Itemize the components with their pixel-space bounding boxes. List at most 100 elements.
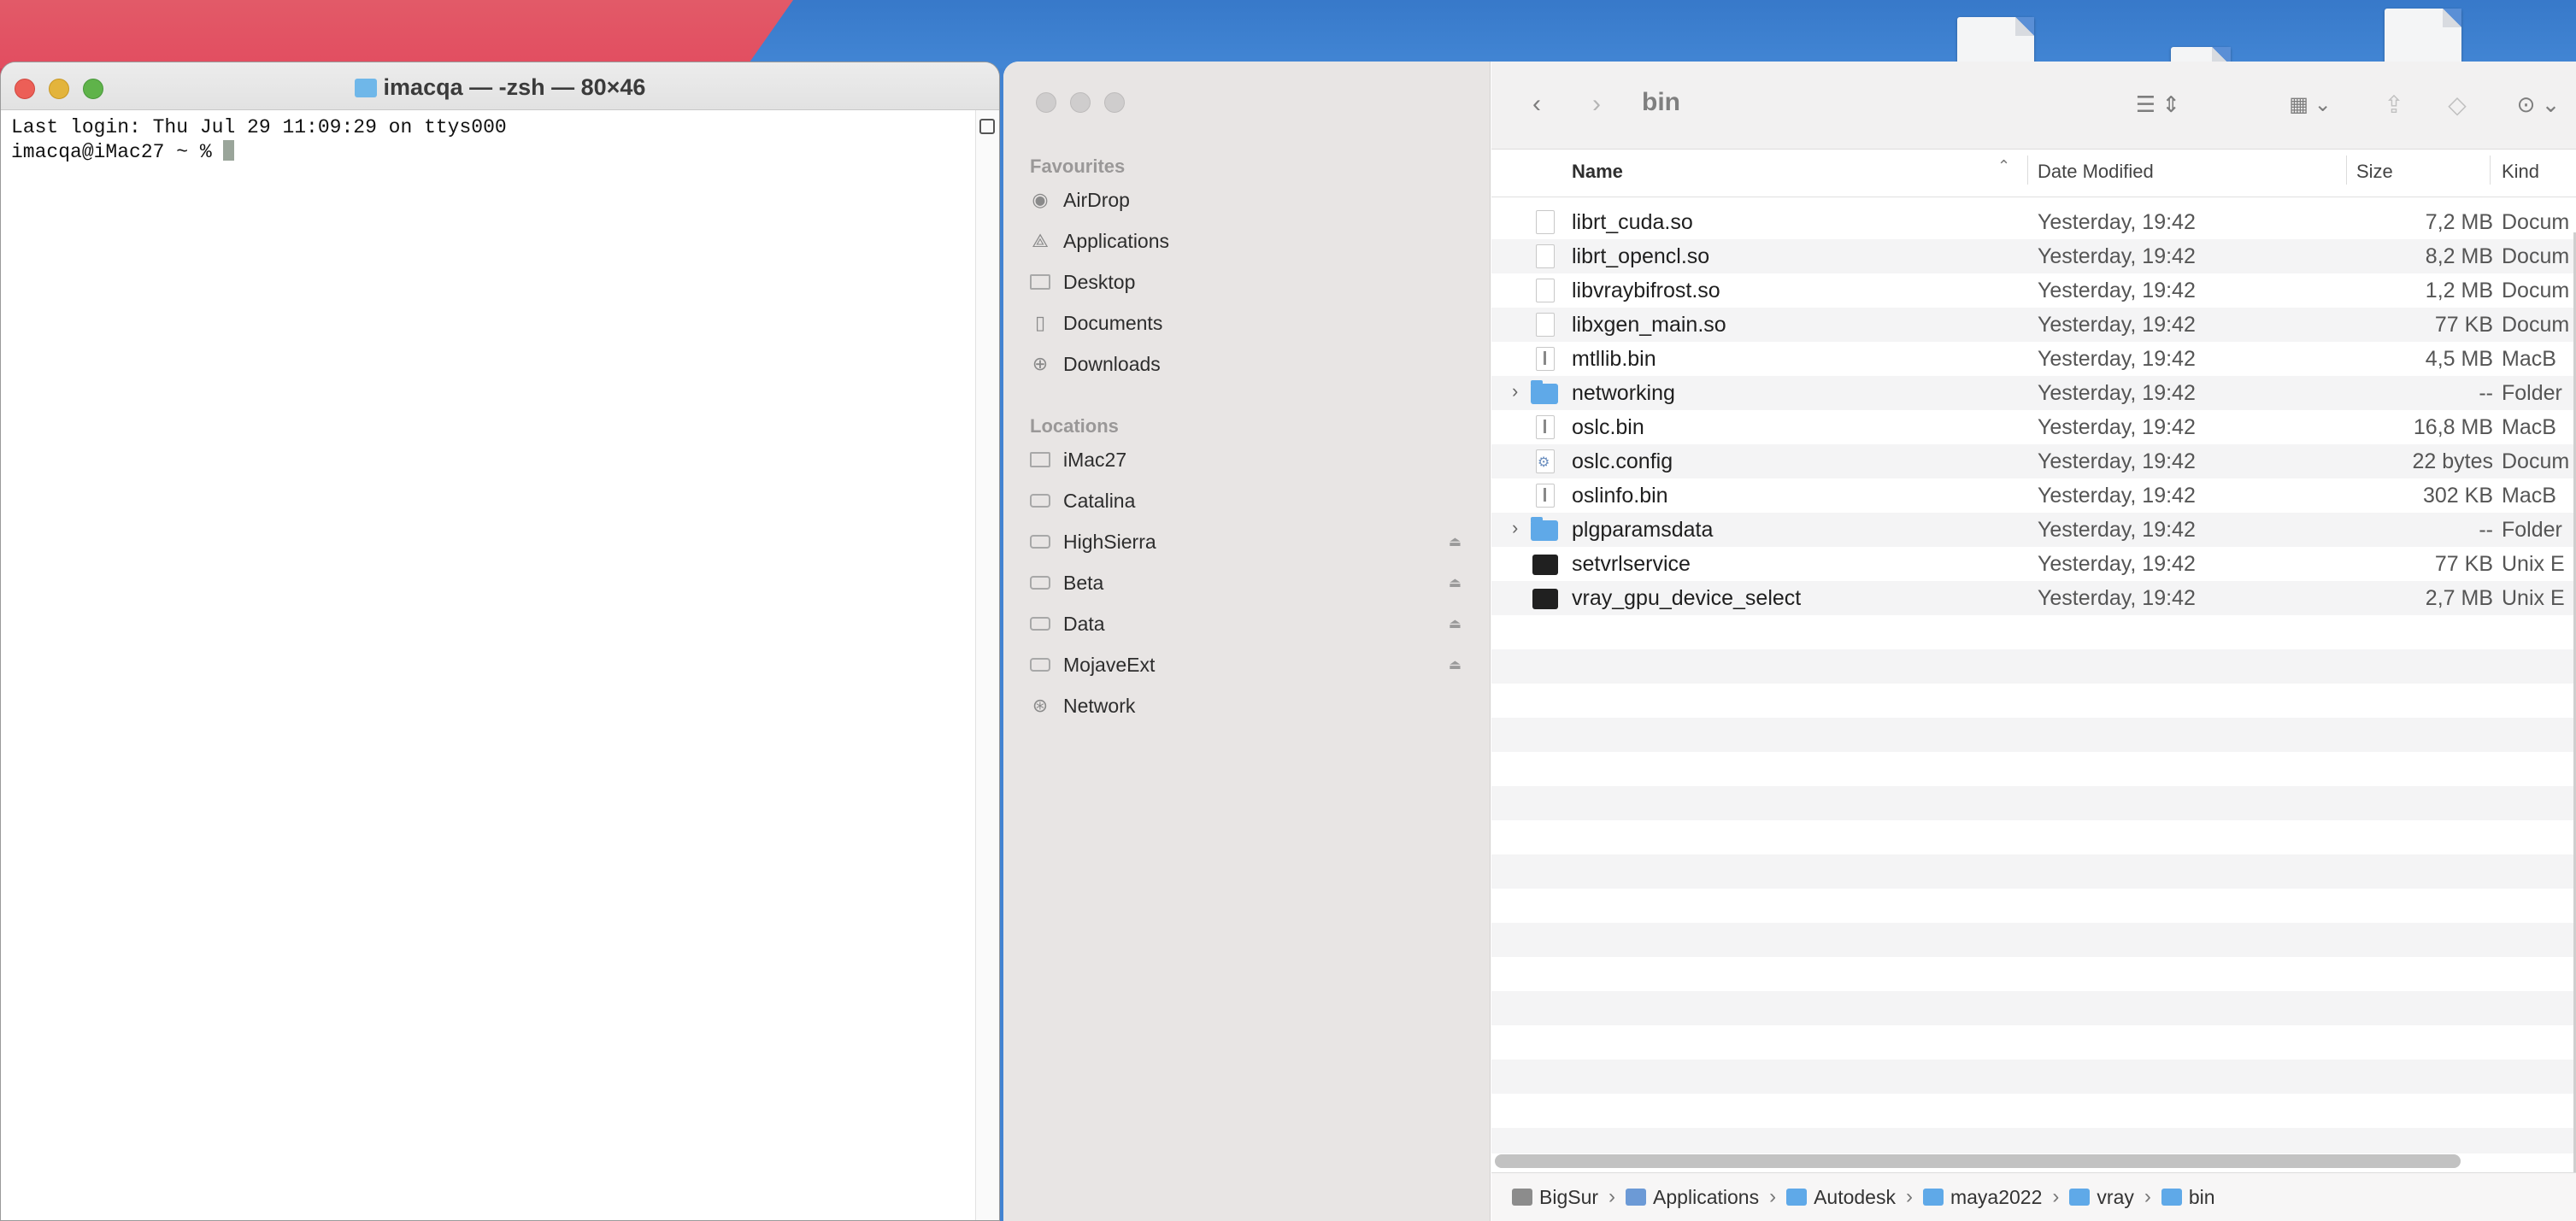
path-item[interactable]: maya2022 [1922, 1186, 2042, 1209]
table-row[interactable]: oslinfo.bin Yesterday, 19:42 302 KB MacB [1491, 478, 2576, 513]
file-date: Yesterday, 19:42 [2038, 552, 2196, 576]
finder-window[interactable]: Favourites ◉ AirDrop ⟁ Applications Desk… [1003, 62, 2576, 1221]
sidebar-item-catalina[interactable]: Catalina [1029, 484, 1473, 518]
file-size: 4,5 MB [2425, 347, 2493, 371]
path-item[interactable]: Applications [1626, 1186, 1759, 1209]
file-name: libvraybifrost.so [1572, 279, 1720, 302]
horizontal-scrollbar[interactable] [1495, 1154, 2461, 1168]
sidebar-item-imac27[interactable]: iMac27 [1029, 443, 1473, 477]
file-name: librt_opencl.so [1572, 244, 1710, 268]
terminal-prompt: imacqa@iMac27 ~ % [11, 141, 224, 163]
file-size: 77 KB [2434, 313, 2493, 337]
table-row[interactable]: libxgen_main.so Yesterday, 19:42 77 KB D… [1491, 308, 2576, 342]
document-icon: ▯ [1034, 312, 1046, 333]
disk-icon [1029, 572, 1051, 594]
path-item[interactable]: bin [2161, 1186, 2215, 1209]
file-kind: Folder [2502, 518, 2562, 542]
terminal-window[interactable]: imacqa — -zsh — 80×46 Last login: Thu Ju… [0, 62, 1000, 1221]
empty-row [1491, 649, 2576, 684]
file-name: librt_cuda.so [1572, 210, 1693, 234]
sidebar-item-downloads[interactable]: ⊕ Downloads [1029, 347, 1473, 381]
empty-row [1491, 718, 2576, 752]
terminal-prompt-line[interactable]: imacqa@iMac27 ~ % [11, 140, 989, 165]
terminal-scrollbar[interactable] [975, 110, 999, 1220]
sidebar-item-label: Desktop [1063, 270, 1136, 293]
chevron-right-icon: › [2052, 1185, 2060, 1208]
terminal-title: imacqa — -zsh — 80×46 [1, 74, 999, 101]
sidebar-item-applications[interactable]: ⟁ Applications [1029, 224, 1473, 258]
terminal-exec-icon [1532, 589, 1558, 609]
table-row[interactable]: › plgparamsdata Yesterday, 19:42 -- Fold… [1491, 513, 2576, 547]
file-date: Yesterday, 19:42 [2038, 449, 2196, 473]
sidebar-item-label: iMac27 [1063, 448, 1127, 471]
sidebar-item-mojaveext[interactable]: MojaveExt ⏏ [1029, 648, 1473, 682]
chevron-right-icon: › [1609, 1185, 1616, 1208]
table-row[interactable]: vray_gpu_device_select Yesterday, 19:42 … [1491, 581, 2576, 615]
home-folder-icon [354, 79, 377, 97]
file-kind: Docum [2502, 244, 2570, 268]
path-item[interactable]: vray [2069, 1186, 2134, 1209]
computer-icon [1029, 449, 1051, 471]
folder-icon [2069, 1189, 2091, 1206]
file-kind: MacB [2502, 347, 2556, 371]
file-date: Yesterday, 19:42 [2038, 586, 2196, 610]
folder-icon [1922, 1189, 1944, 1206]
eject-icon[interactable]: ⏏ [1449, 574, 1461, 591]
path-item[interactable]: Autodesk [1786, 1186, 1896, 1209]
chevron-right-icon[interactable]: › [1512, 517, 1518, 539]
table-row[interactable]: oslc.bin Yesterday, 19:42 16,8 MB MacB [1491, 410, 2576, 444]
executable-icon [1536, 347, 1555, 371]
sidebar-item-data[interactable]: Data ⏏ [1029, 607, 1473, 641]
table-row[interactable]: mtllib.bin Yesterday, 19:42 4,5 MB MacB [1491, 342, 2576, 376]
minimize-button[interactable] [1070, 92, 1091, 113]
file-date: Yesterday, 19:42 [2038, 313, 2196, 337]
path-item[interactable]: BigSur [1512, 1186, 1598, 1209]
chevron-right-icon: › [1905, 1185, 1913, 1208]
sidebar-item-label: AirDrop [1063, 188, 1130, 211]
table-row[interactable]: librt_opencl.so Yesterday, 19:42 8,2 MB … [1491, 239, 2576, 273]
sidebar-item-desktop[interactable]: Desktop [1029, 265, 1473, 299]
document-icon [1536, 279, 1555, 302]
zoom-button[interactable] [1104, 92, 1125, 113]
terminal-line: Last login: Thu Jul 29 11:09:29 on ttys0… [11, 116, 507, 138]
network-icon: ⊛ [1032, 695, 1049, 716]
file-kind: Docum [2502, 449, 2570, 473]
eject-icon[interactable]: ⏏ [1449, 615, 1461, 632]
eject-icon[interactable]: ⏏ [1449, 533, 1461, 550]
file-name: oslinfo.bin [1572, 484, 1668, 508]
desktop-file-icon[interactable] [1957, 17, 2034, 68]
file-name: oslc.bin [1572, 415, 1644, 439]
file-name: plgparamsdata [1572, 518, 1714, 542]
table-row[interactable]: oslc.config Yesterday, 19:42 22 bytes Do… [1491, 444, 2576, 478]
sidebar-item-network[interactable]: ⊛ Network [1029, 689, 1473, 723]
empty-row [1491, 854, 2576, 889]
sidebar-item-label: Data [1063, 612, 1105, 635]
empty-row [1491, 1128, 2576, 1153]
table-row[interactable]: › networking Yesterday, 19:42 -- Folder [1491, 376, 2576, 410]
sidebar-item-documents[interactable]: ▯ Documents [1029, 306, 1473, 340]
sidebar-header-favourites: Favourites [1030, 156, 1126, 177]
table-row[interactable]: libvraybifrost.so Yesterday, 19:42 1,2 M… [1491, 273, 2576, 308]
folder-icon [1531, 380, 1558, 404]
download-icon: ⊕ [1032, 353, 1049, 374]
table-row[interactable]: librt_cuda.so Yesterday, 19:42 7,2 MB Do… [1491, 205, 2576, 239]
desktop-file-icon[interactable] [2385, 9, 2461, 68]
file-size: 7,2 MB [2425, 210, 2493, 234]
sidebar-item-beta[interactable]: Beta ⏏ [1029, 566, 1473, 600]
sidebar-item-airdrop[interactable]: ◉ AirDrop [1029, 183, 1473, 217]
chevron-right-icon[interactable]: › [1512, 380, 1518, 402]
applications-icon: ⟁ [1032, 230, 1049, 251]
finder-content: ‹ › bin ☰ ⇕ ▦ ⌄ ⇪ ◇ ⊙ ⌄ ⌕ Name ⌃ Date Mo… [1491, 62, 2576, 1221]
sidebar-item-label: Applications [1063, 229, 1170, 252]
terminal-titlebar[interactable]: imacqa — -zsh — 80×46 [1, 62, 999, 110]
close-button[interactable] [1036, 92, 1056, 113]
sidebar-item-highsierra[interactable]: HighSierra ⏏ [1029, 525, 1473, 559]
file-size: 8,2 MB [2425, 244, 2493, 268]
table-row[interactable]: setvrlservice Yesterday, 19:42 77 KB Uni… [1491, 547, 2576, 581]
marks-icon[interactable] [979, 119, 995, 134]
file-size: 2,7 MB [2425, 586, 2493, 610]
file-size: -- [2479, 518, 2493, 542]
terminal-output[interactable]: Last login: Thu Jul 29 11:09:29 on ttys0… [1, 110, 999, 170]
eject-icon[interactable]: ⏏ [1449, 656, 1461, 673]
file-date: Yesterday, 19:42 [2038, 347, 2196, 371]
